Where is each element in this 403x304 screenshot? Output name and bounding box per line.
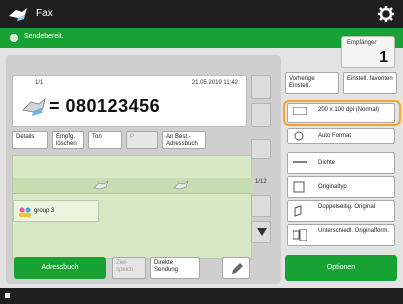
recipient-edit-button[interactable]: Empfg. löschen [52,131,84,149]
title-bar: Fax [0,0,403,28]
recipients-counter[interactable]: Empfänger 1 [341,36,395,68]
page-indicator: 1/12 [255,179,267,185]
scroll-up-button[interactable] [251,75,271,99]
scroll-down-button[interactable] [251,103,271,127]
app-title: Fax [36,8,53,19]
gear-icon[interactable] [377,5,395,23]
to-addressbook-button[interactable]: An Best.-Adressbuch [162,131,206,149]
edit-button[interactable] [222,257,250,279]
tone-button[interactable]: Ton [88,131,122,149]
list-scroll-down-button[interactable] [251,221,271,243]
original-type-icon [293,181,305,193]
auto-format-icon [294,131,304,141]
edit-list-button[interactable] [251,139,271,159]
main-panel: 1/1 21.05.2019 11:42 = 080123456 Details… [6,55,281,284]
different-size-icon [293,229,307,241]
destination-number: = 080123456 [49,96,161,116]
destination-index: 1/1 [35,80,44,86]
destination-datetime: 21.05.2019 11:42 [191,80,238,86]
list-item-group[interactable]: group 3 [13,200,99,222]
onetouch-list: group 3 [12,155,253,259]
destination-card: 1/1 21.05.2019 11:42 = 080123456 [12,75,247,127]
list-header [13,178,253,194]
favorite-settings-button[interactable]: Einstell. favoriten [343,72,397,94]
fax-app-icon [9,8,27,21]
addressbook-button[interactable]: Adressbuch [14,257,106,279]
footer-indicator-icon [5,293,10,298]
status-indicator-icon [10,34,18,42]
resolution-icon [293,107,307,115]
chevron-down-icon [257,228,267,236]
duplex-icon [294,205,302,217]
status-text: Sendebereit. [24,33,64,40]
fax-icon [173,180,189,190]
recipients-count: 1 [379,49,388,66]
pause-button[interactable]: P [126,131,158,149]
options-button[interactable]: Optionen [285,255,397,281]
fax-destination-icon [22,97,46,116]
group-icon [19,207,31,217]
direct-send-button[interactable]: Direkte Sendung [150,257,200,279]
recipients-label: Empfänger [347,40,377,46]
onetouch-button[interactable]: Ziel-speich. [112,257,146,279]
list-scroll-up-button[interactable] [251,195,271,217]
bottom-bar: Adressbuch Ziel-speich. Direkte Sendung [12,257,280,283]
pen-icon [232,263,243,274]
density-icon [293,161,307,163]
fax-icon [93,180,109,190]
settings-panel: Vorherige Einstell. Einstell. favoriten … [283,72,401,284]
previous-settings-button[interactable]: Vorherige Einstell. [285,72,339,94]
group-label: group 3 [34,208,55,214]
details-button[interactable]: Details [12,131,48,149]
footer-bar [0,288,403,304]
